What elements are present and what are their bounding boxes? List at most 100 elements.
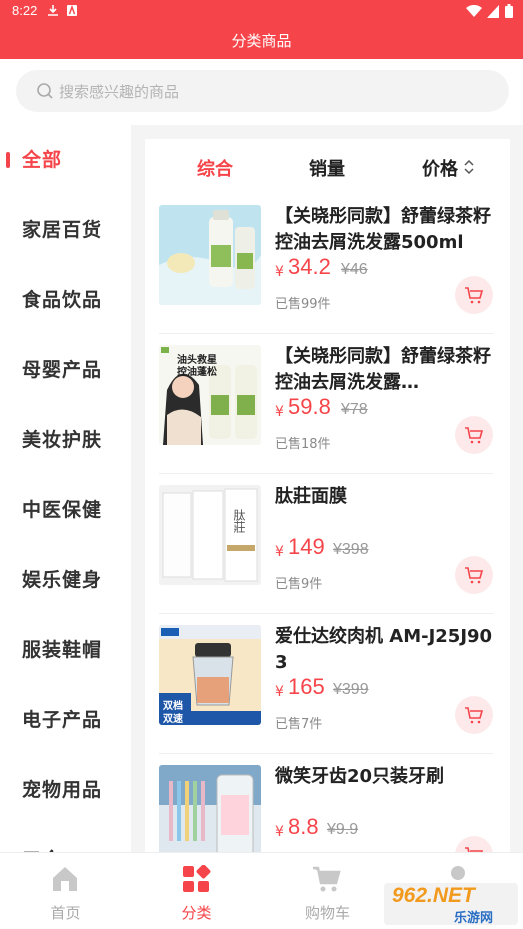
sidebar-item-label: 中医保健 [22, 499, 103, 521]
search-placeholder: 搜索感兴趣的商品 [59, 83, 180, 101]
cart-icon [465, 847, 484, 852]
product-price: 165 [288, 674, 325, 699]
product-price: 149 [288, 534, 325, 559]
nav-category[interactable]: 分类 [131, 853, 262, 929]
add-to-cart-button[interactable] [455, 836, 493, 852]
thumb-text: 双速 [163, 714, 183, 725]
sort-price[interactable]: 价格 [422, 155, 458, 181]
product-image [159, 765, 261, 852]
cart-icon [465, 707, 484, 724]
product-card[interactable]: 微笑牙齿20只装牙刷 ¥ 8.8 ¥9.9 [145, 754, 510, 852]
status-bar: 8:22 [0, 0, 523, 24]
product-name: 爱仕达绞肉机 AM-J25J903 [275, 626, 493, 673]
sidebar-item-all[interactable]: 全部 [0, 125, 131, 195]
product-image: 双档 双速 [159, 625, 261, 725]
search-icon [37, 83, 53, 99]
add-to-cart-button[interactable] [455, 416, 493, 454]
sold-count: 已售7件 [275, 717, 323, 732]
sold-count: 已售99件 [275, 297, 331, 312]
currency-symbol: ¥ [275, 684, 284, 700]
sold-count: 已售18件 [275, 437, 331, 452]
product-name: 肽莊面膜 [275, 486, 347, 507]
sold-count: 已售9件 [275, 577, 323, 592]
product-price: 8.8 [288, 814, 319, 839]
nav-label: 分类 [181, 904, 212, 922]
thumb-text: 肽莊 [232, 509, 246, 533]
sort-arrows-icon[interactable] [463, 158, 475, 176]
active-indicator [6, 152, 10, 168]
sidebar-item-fitness[interactable]: 娱乐健身 [0, 545, 131, 615]
signal-icon [487, 4, 499, 18]
sidebar-item-label: 食品饮品 [22, 289, 103, 311]
product-image: 肽莊 [159, 485, 261, 585]
add-to-cart-button[interactable] [455, 556, 493, 594]
wifi-icon [466, 4, 482, 17]
sidebar-item-health[interactable]: 中医保健 [0, 475, 131, 545]
home-icon [53, 867, 77, 891]
status-icons [466, 4, 513, 18]
product-image: 油头救星 控油蓬松 [159, 345, 261, 445]
watermark-text: 962.NET [392, 884, 475, 907]
currency-symbol: ¥ [275, 404, 284, 420]
sidebar-item-hardware[interactable]: 五金 [0, 825, 131, 852]
add-to-cart-button[interactable] [455, 276, 493, 314]
original-price: ¥399 [333, 681, 369, 698]
original-price: ¥46 [341, 261, 368, 278]
product-card[interactable]: 油头救星 控油蓬松 【关晓彤同款】舒蕾绿茶籽控油去屑洗发露… ¥ 59.8 ¥7… [145, 334, 510, 474]
product-card[interactable]: 肽莊 肽莊面膜 ¥ 149 ¥398 已售9件 [145, 474, 510, 614]
sidebar-item-label: 全部 [22, 149, 63, 171]
sidebar-item-baby[interactable]: 母婴产品 [0, 335, 131, 405]
add-to-cart-button[interactable] [455, 696, 493, 734]
product-card[interactable]: 【关晓彤同款】舒蕾绿茶籽控油去屑洗发露500ml ¥ 34.2 ¥46 已售99… [145, 194, 510, 334]
watermark-subtext: 乐游网 [454, 911, 494, 925]
sidebar-item-label: 五金 [22, 845, 62, 852]
cart-icon [465, 567, 484, 584]
sidebar-item-label: 电子产品 [22, 709, 103, 731]
sort-sales[interactable]: 销量 [309, 155, 345, 181]
sidebar-item-home-goods[interactable]: 家居百货 [0, 195, 131, 265]
sidebar-item-pets[interactable]: 宠物用品 [0, 755, 131, 825]
sidebar-item-label: 家居百货 [22, 219, 103, 241]
original-price: ¥398 [333, 541, 369, 558]
product-image [159, 205, 261, 305]
category-sidebar: 全部 家居百货 食品饮品 母婴产品 美妆护肤 中医保健 娱乐健身 服装鞋帽 电子… [0, 125, 131, 852]
cart-icon [313, 866, 341, 892]
currency-symbol: ¥ [275, 544, 284, 560]
search-input[interactable]: 搜索感兴趣的商品 [16, 70, 509, 112]
watermark-logo: 962.NET 乐游网 [384, 883, 518, 925]
nav-label: 首页 [50, 904, 81, 922]
download-icon [48, 5, 58, 16]
product-name: 【关晓彤同款】舒蕾绿茶籽控油去屑洗发露… [275, 346, 491, 393]
battery-icon [505, 4, 513, 18]
product-name: 【关晓彤同款】舒蕾绿茶籽控油去屑洗发露500ml [275, 206, 491, 253]
sidebar-item-label: 宠物用品 [22, 779, 103, 801]
sidebar-item-food[interactable]: 食品饮品 [0, 265, 131, 335]
sidebar-item-clothing[interactable]: 服装鞋帽 [0, 615, 131, 685]
original-price: ¥9.9 [327, 821, 359, 838]
product-price: 59.8 [288, 394, 331, 419]
sidebar-item-label: 娱乐健身 [22, 569, 103, 591]
category-icon [183, 865, 211, 892]
sort-bar: 综合 销量 价格 [145, 139, 510, 194]
sidebar-item-label: 服装鞋帽 [22, 639, 103, 661]
sidebar-item-label: 美妆护肤 [22, 429, 103, 451]
currency-symbol: ¥ [275, 264, 284, 280]
sort-comprehensive[interactable]: 综合 [197, 155, 233, 181]
sidebar-item-beauty[interactable]: 美妆护肤 [0, 405, 131, 475]
thumb-text: 控油蓬松 [177, 367, 217, 378]
product-price: 34.2 [288, 254, 331, 279]
cart-icon [465, 427, 484, 444]
nav-label: 购物车 [304, 904, 350, 922]
currency-symbol: ¥ [275, 824, 284, 840]
search-bar: 搜索感兴趣的商品 [0, 59, 523, 125]
cart-icon [465, 287, 484, 304]
app-header: 8:22 分类商品 [0, 0, 523, 59]
product-card[interactable]: 双档 双速 爱仕达绞肉机 AM-J25J903 ¥ 165 ¥399 已售7件 [145, 614, 510, 754]
original-price: ¥78 [341, 401, 368, 418]
sidebar-item-electronics[interactable]: 电子产品 [0, 685, 131, 755]
product-panel: 综合 销量 价格 【关晓彤同款】舒蕾绿茶籽控油去屑洗发露500ml ¥ 34.2… [145, 139, 510, 852]
nav-home[interactable]: 首页 [0, 853, 131, 929]
nav-cart[interactable]: 购物车 [262, 853, 393, 929]
product-name: 微笑牙齿20只装牙刷 [275, 766, 445, 787]
notification-icon [67, 4, 77, 16]
